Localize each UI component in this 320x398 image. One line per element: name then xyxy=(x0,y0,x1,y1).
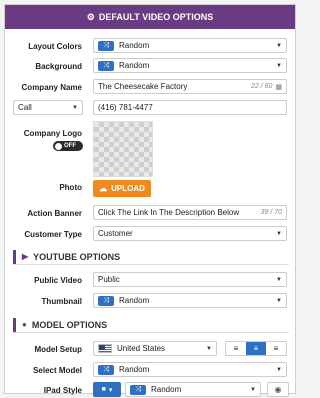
action-banner-value: Click The Link In The Description Below xyxy=(98,208,240,217)
chevron-down-icon: ▼ xyxy=(250,386,256,393)
youtube-icon: ▶ xyxy=(22,252,29,261)
shuffle-icon: ⤨ xyxy=(98,295,114,306)
alignment-group: ≡ ≡ ≡ xyxy=(225,341,287,356)
chevron-down-icon: ▼ xyxy=(276,62,282,69)
eye-icon: ◉ xyxy=(274,385,282,394)
select-model-label: Select Model xyxy=(33,366,82,375)
contact-type-value: Call xyxy=(18,103,32,112)
phone-input[interactable]: (416) 781-4477 xyxy=(93,100,287,115)
layout-colors-label: Layout Colors xyxy=(28,42,82,51)
video-options-panel: ⚙ DEFAULT VIDEO OPTIONS Layout Colors ⤨ … xyxy=(4,4,296,397)
model-setup-label: Model Setup xyxy=(34,345,82,354)
shuffle-icon: ⤨ xyxy=(98,364,114,375)
shuffle-icon: ⤨ xyxy=(98,40,114,51)
cloud-upload-icon: ☁ xyxy=(99,184,108,193)
shuffle-icon: ⤨ xyxy=(98,60,114,71)
public-video-value: Public xyxy=(98,275,120,284)
video-style-button[interactable]: ■ ▾ xyxy=(93,382,121,397)
select-model-select[interactable]: ⤨ Random ▼ xyxy=(93,362,287,377)
company-logo-toggle[interactable]: OFF xyxy=(53,141,83,151)
action-banner-input[interactable]: Click The Link In The Description Below … xyxy=(93,205,287,220)
logo-preview xyxy=(93,121,153,177)
section-accent-bar xyxy=(13,317,16,332)
layout-colors-value: Random xyxy=(119,41,150,50)
shuffle-icon: ⤨ xyxy=(130,384,146,395)
chevron-down-icon: ▼ xyxy=(276,276,282,283)
align-left-icon[interactable]: ≡ xyxy=(226,342,246,355)
photo-label: Photo xyxy=(59,183,82,192)
chevron-down-icon: ▼ xyxy=(276,366,282,373)
chevron-down-icon: ▼ xyxy=(276,42,282,49)
customer-type-value: Customer xyxy=(98,229,133,238)
model-section-header: ● MODEL OPTIONS xyxy=(13,317,289,333)
thumbnail-label: Thumbnail xyxy=(41,297,82,306)
youtube-section-title: YOUTUBE OPTIONS xyxy=(33,251,121,262)
company-name-value: The Cheesecake Factory xyxy=(98,82,188,91)
thumbnail-value: Random xyxy=(119,296,150,305)
background-value: Random xyxy=(119,61,150,70)
chevron-down-icon: ▼ xyxy=(206,345,212,352)
contact-type-select[interactable]: Call ▼ xyxy=(13,100,83,115)
toggle-state: OFF xyxy=(64,143,76,149)
select-model-value: Random xyxy=(119,365,150,374)
action-banner-label: Action Banner xyxy=(27,209,82,218)
customer-type-select[interactable]: Customer ▼ xyxy=(93,226,287,241)
upload-button[interactable]: ☁ UPLOAD xyxy=(93,180,151,197)
company-logo-label: Company Logo xyxy=(23,129,82,138)
calendar-icon[interactable]: ▦ xyxy=(275,83,282,91)
chevron-down-icon: ▾ xyxy=(108,386,113,394)
thumbnail-select[interactable]: ⤨ Random ▼ xyxy=(93,293,287,308)
ipad-style-label: IPad Style xyxy=(43,386,82,395)
model-section-title: MODEL OPTIONS xyxy=(31,319,108,330)
chevron-down-icon: ▼ xyxy=(276,297,282,304)
preview-eye-button[interactable]: ◉ xyxy=(267,382,289,397)
youtube-section-header: ▶ YOUTUBE OPTIONS xyxy=(13,249,289,265)
char-counter: 22 / 60 xyxy=(250,83,273,90)
layout-colors-select[interactable]: ⤨ Random ▼ xyxy=(93,38,287,53)
section-accent-bar xyxy=(13,249,16,264)
align-center-icon[interactable]: ≡ xyxy=(246,342,266,355)
background-select[interactable]: ⤨ Random ▼ xyxy=(93,58,287,73)
phone-value: (416) 781-4477 xyxy=(98,103,153,112)
customer-type-label: Customer Type xyxy=(24,230,82,239)
public-video-label: Public Video xyxy=(34,276,82,285)
background-label: Background xyxy=(35,62,82,71)
char-counter: 39 / 70 xyxy=(260,209,282,216)
model-setup-value: United States xyxy=(117,344,166,353)
ipad-style-value: Random xyxy=(151,385,182,394)
user-icon: ● xyxy=(22,320,27,329)
ipad-style-select[interactable]: ⤨ Random ▼ xyxy=(125,382,261,397)
panel-title: DEFAULT VIDEO OPTIONS xyxy=(98,12,214,22)
video-camera-icon: ■ xyxy=(101,386,106,393)
model-setup-select[interactable]: United States ▼ xyxy=(93,341,217,356)
panel-header: ⚙ DEFAULT VIDEO OPTIONS xyxy=(5,5,295,29)
toggle-knob xyxy=(55,142,62,150)
public-video-select[interactable]: Public ▼ xyxy=(93,272,287,287)
company-name-label: Company Name xyxy=(21,83,82,92)
gears-icon: ⚙ xyxy=(86,11,95,22)
us-flag-icon xyxy=(98,344,112,353)
chevron-down-icon: ▼ xyxy=(72,104,78,111)
chevron-down-icon: ▼ xyxy=(276,230,282,237)
align-right-icon[interactable]: ≡ xyxy=(266,342,286,355)
company-name-input[interactable]: The Cheesecake Factory 22 / 60 ▦ xyxy=(93,79,287,94)
upload-label: UPLOAD xyxy=(111,184,145,193)
